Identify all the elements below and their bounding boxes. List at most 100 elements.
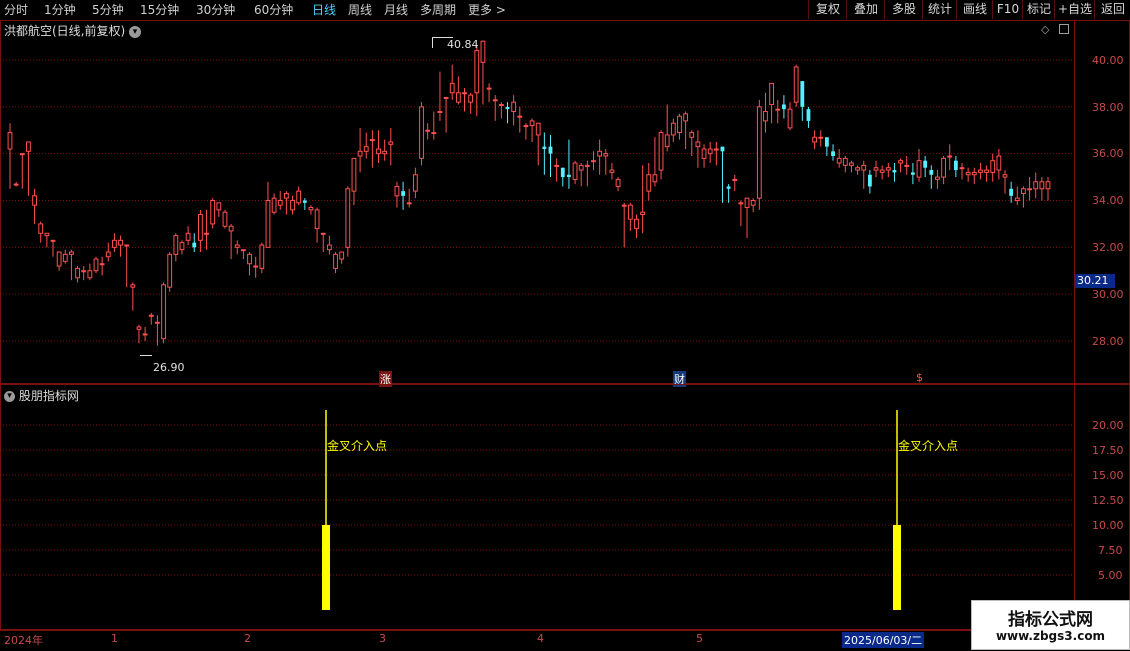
candle-body <box>1014 197 1020 202</box>
more-periods-button[interactable]: 更多 > <box>468 2 506 18</box>
candle-body <box>431 132 437 135</box>
candle-body <box>695 141 701 148</box>
candle-body <box>112 239 117 248</box>
candle-body <box>26 141 31 152</box>
candle-body <box>842 157 848 166</box>
adjust-button[interactable]: 复权 <box>808 0 847 19</box>
candle-body <box>492 99 498 102</box>
x-label-feb: 2 <box>244 632 251 645</box>
candle-body <box>401 191 405 196</box>
candle-body <box>480 40 486 63</box>
period-tab-fenshi[interactable]: 分时 <box>4 2 28 18</box>
candle-body <box>984 169 989 173</box>
candle-body <box>750 200 756 206</box>
ind-tick-17.5: 17.50 <box>1092 444 1124 457</box>
candle-body <box>640 211 646 216</box>
statistics-button[interactable]: 统计 <box>922 0 957 19</box>
candle-body <box>627 204 633 220</box>
candle-body <box>971 171 977 176</box>
candle-body <box>277 200 283 206</box>
candlestick-chart[interactable] <box>0 20 1074 384</box>
candle-body <box>192 242 197 248</box>
candle-body <box>861 164 867 171</box>
candle-body <box>677 115 682 134</box>
candle-body <box>142 333 148 336</box>
candle-body <box>468 94 474 103</box>
current-price-tag: 30.21 <box>1075 274 1115 288</box>
candle-body <box>271 197 277 213</box>
candle-body <box>155 321 160 324</box>
f10-button[interactable]: F10 <box>992 0 1023 19</box>
candle-body <box>959 167 965 170</box>
candle-body <box>769 82 775 105</box>
signal-bar-1 <box>322 525 330 610</box>
period-tab-multi[interactable]: 多周期 <box>420 2 456 18</box>
candle-body <box>320 232 326 235</box>
candle-body <box>824 137 829 147</box>
candle-body <box>339 251 345 260</box>
candle-body <box>978 169 983 173</box>
candle-body <box>720 146 725 152</box>
candle-body <box>44 232 50 237</box>
candle-body <box>615 178 621 187</box>
ind-tick-7.5: 7.50 <box>1098 544 1123 557</box>
period-tab-weekly[interactable]: 周线 <box>348 2 372 18</box>
period-tab-monthly[interactable]: 月线 <box>384 2 408 18</box>
time-axis <box>0 630 1130 651</box>
event-mark-dividend[interactable]: $ <box>916 371 923 384</box>
candle-body <box>904 164 910 167</box>
candle-body <box>1045 181 1051 190</box>
overlay-button[interactable]: 叠加 <box>846 0 885 19</box>
candle-body <box>836 157 842 164</box>
draw-line-button[interactable]: 画线 <box>956 0 993 19</box>
x-label-2024: 2024年 <box>4 634 43 647</box>
candle-body <box>523 125 529 128</box>
period-tab-5min[interactable]: 5分钟 <box>92 2 124 18</box>
mark-button[interactable]: 标记 <box>1022 0 1055 19</box>
candle-body <box>234 244 240 248</box>
candle-body <box>578 164 584 171</box>
low-marker-line <box>140 355 152 356</box>
candle-body <box>554 164 560 167</box>
candle-body <box>486 87 492 90</box>
candle-body <box>302 200 307 203</box>
candle-body <box>253 265 259 268</box>
candle-body <box>916 160 922 178</box>
candle-body <box>873 167 879 171</box>
candle-body <box>664 134 670 148</box>
candle-body <box>197 214 203 241</box>
candle-body <box>167 253 173 288</box>
candle-body <box>443 96 449 99</box>
candle-body <box>437 111 443 114</box>
candle-body <box>867 174 872 187</box>
candle-body <box>130 284 136 288</box>
period-tab-30min[interactable]: 30分钟 <box>196 2 235 18</box>
candle-body <box>775 108 781 111</box>
price-tick-28: 28.00 <box>1092 335 1124 348</box>
candle-body <box>412 174 418 192</box>
candle-body <box>517 115 523 118</box>
candle-body <box>548 146 553 154</box>
add-watchlist-button[interactable]: +自选 <box>1054 0 1095 19</box>
multi-stock-button[interactable]: 多股 <box>884 0 923 19</box>
candle-body <box>634 218 639 230</box>
candle-body <box>498 103 504 106</box>
candle-body <box>756 106 762 199</box>
candle-body <box>701 148 707 159</box>
candle-body <box>462 92 467 95</box>
candle-body <box>572 162 578 180</box>
candle-body <box>419 106 424 159</box>
period-tab-1min[interactable]: 1分钟 <box>44 2 76 18</box>
back-button[interactable]: 返回 <box>1094 0 1130 19</box>
period-tab-daily[interactable]: 日线 <box>312 2 336 18</box>
candle-body <box>124 244 130 247</box>
candle-body <box>296 190 302 204</box>
period-tab-60min[interactable]: 60分钟 <box>254 2 293 18</box>
candle-body <box>50 239 56 242</box>
period-tab-15min[interactable]: 15分钟 <box>140 2 179 18</box>
indicator-chart[interactable] <box>0 384 1074 630</box>
candle-body <box>591 160 596 163</box>
watermark-title: 指标公式网 <box>1008 610 1093 630</box>
candle-body <box>369 139 375 142</box>
price-tick-36: 36.00 <box>1092 147 1124 160</box>
